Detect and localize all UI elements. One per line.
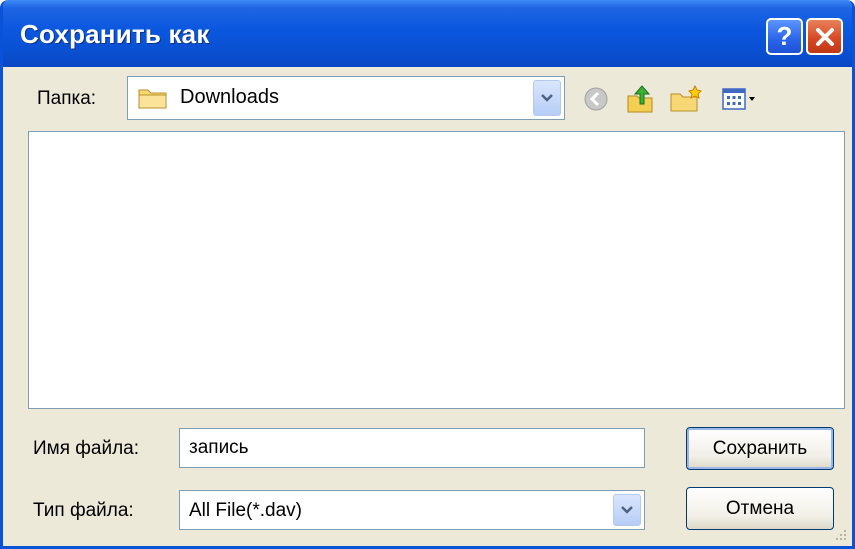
help-button[interactable]: ? (766, 18, 803, 55)
back-icon[interactable] (583, 86, 609, 112)
folder-value: Downloads (180, 86, 279, 108)
view-menu-button[interactable] (721, 84, 771, 114)
filename-label: Имя файла: (33, 438, 140, 459)
resize-grip-icon[interactable] (832, 526, 848, 542)
folder-dropdown[interactable]: Downloads (127, 76, 565, 120)
cancel-button[interactable]: Отмена (686, 487, 834, 530)
chevron-down-icon (541, 94, 553, 102)
close-button[interactable] (806, 18, 843, 55)
up-folder-icon[interactable] (625, 82, 655, 114)
close-icon (815, 27, 834, 46)
new-folder-icon[interactable] (669, 84, 703, 114)
view-menu-icon (722, 88, 755, 110)
filetype-value: All File(*.dav) (189, 500, 302, 521)
filename-field[interactable] (179, 428, 645, 468)
folder-dropdown-button[interactable] (533, 80, 561, 116)
filetype-dropdown[interactable]: All File(*.dav) (179, 490, 645, 530)
filetype-label: Тип файла: (33, 500, 134, 521)
filetype-dropdown-button[interactable] (613, 494, 641, 526)
folder-icon (138, 89, 167, 109)
save-as-dialog: Сохранить как ? Папка: Downloads Имя фай… (0, 0, 855, 549)
filename-input[interactable] (189, 437, 629, 459)
title-bar[interactable]: Сохранить как ? (3, 0, 852, 67)
window-title: Сохранить как (20, 19, 210, 49)
save-button[interactable]: Сохранить (686, 427, 834, 470)
help-icon: ? (776, 21, 793, 51)
chevron-down-icon (621, 506, 633, 514)
folder-label: Папка: (37, 88, 97, 109)
file-list[interactable] (28, 131, 845, 409)
